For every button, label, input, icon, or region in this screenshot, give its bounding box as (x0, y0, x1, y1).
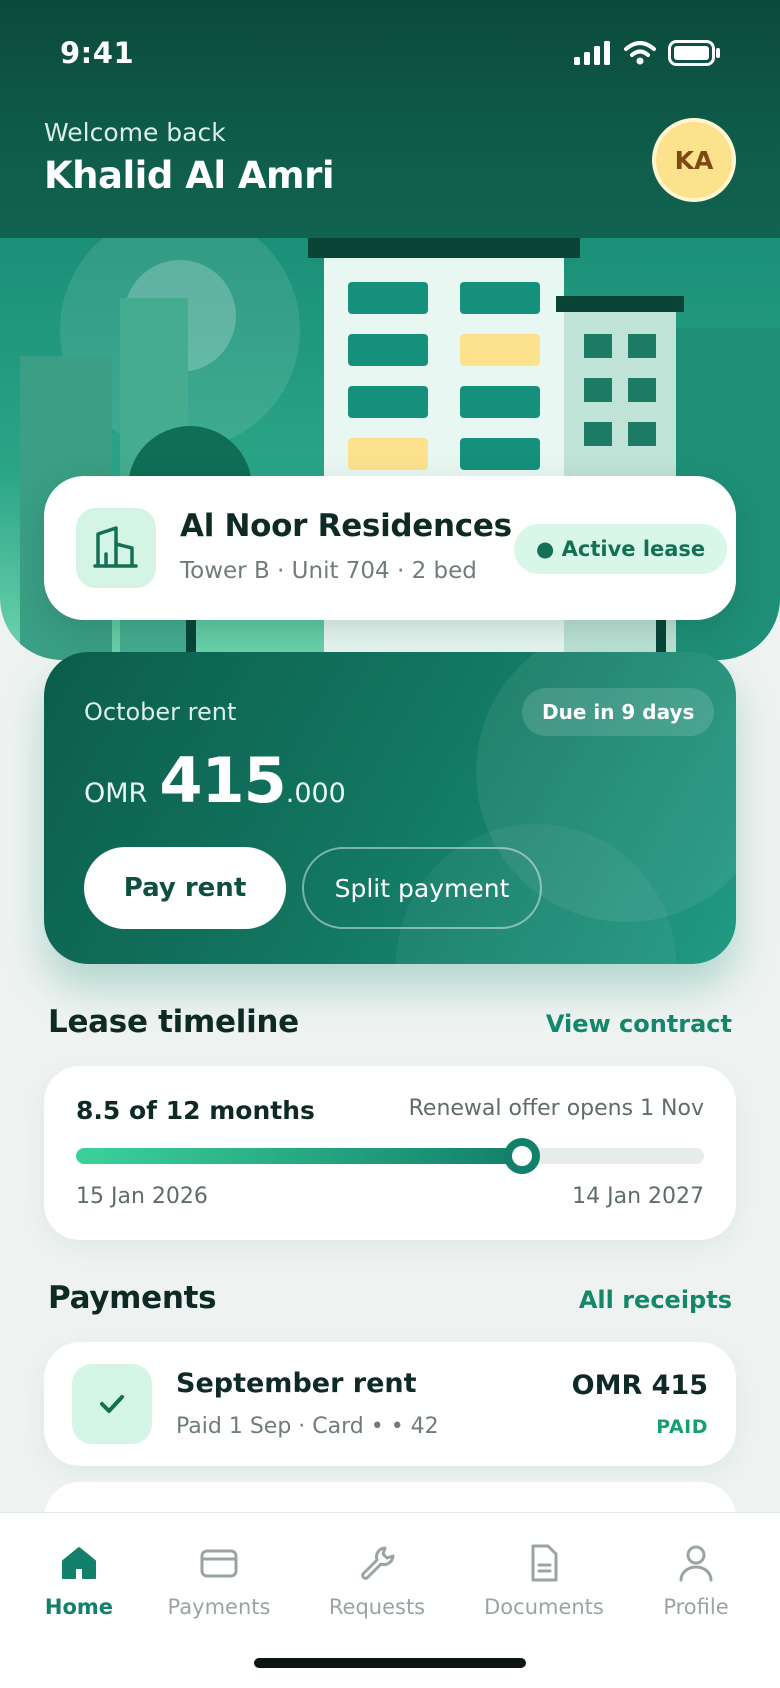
status-bar-icons (574, 40, 722, 66)
property-card[interactable]: Al Noor Residences Tower B · Unit 704 · … (44, 476, 736, 620)
renewal-note: Renewal offer opens 1 Nov (408, 1096, 704, 1121)
cellular-signal-icon (574, 41, 610, 65)
app-screen: 9:41 Welcome back Khalid Al Amri KA Al N… (0, 0, 780, 1688)
wrench-icon (361, 1546, 395, 1580)
lease-status-badge: ● Active lease (514, 524, 728, 574)
list-item[interactable]: September rent Paid 1 Sep · Card • • 42 … (44, 1342, 736, 1466)
welcome-text: Welcome back (44, 118, 226, 147)
home-indicator (254, 1658, 526, 1668)
tab-requests[interactable]: Requests (307, 1543, 447, 1619)
payment-status-badge: PAID (656, 1416, 708, 1438)
building-icon (76, 508, 156, 588)
battery-icon (668, 40, 720, 66)
home-icon (62, 1547, 96, 1579)
card-icon (200, 1549, 238, 1578)
payments-title: Payments (48, 1280, 217, 1316)
tab-payments[interactable]: Payments (149, 1543, 289, 1619)
due-date-badge: Due in 9 days (522, 688, 715, 736)
lease-timeline-card: 8.5 of 12 months Renewal offer opens 1 N… (44, 1066, 736, 1240)
payment-subtitle: Paid 1 Sep · Card • • 42 (176, 1414, 439, 1439)
lease-progress-fill (76, 1148, 522, 1164)
all-receipts-link[interactable]: All receipts (579, 1286, 732, 1314)
lease-progress-text: 8.5 of 12 months (76, 1096, 315, 1125)
property-name: Al Noor Residences (180, 508, 512, 544)
wifi-icon (624, 41, 656, 65)
tab-label: Profile (663, 1595, 729, 1619)
tab-home[interactable]: Home (9, 1543, 149, 1619)
lease-timeline-title: Lease timeline (48, 1004, 299, 1040)
rent-period-label: October rent (84, 698, 237, 726)
split-payment-button[interactable]: Split payment (302, 847, 542, 929)
tab-label: Requests (328, 1595, 426, 1619)
amount-decimals: .000 (285, 778, 346, 809)
amount-main: 415 (159, 744, 286, 817)
avatar[interactable]: KA (652, 118, 736, 202)
tab-label: Payments (167, 1595, 271, 1619)
tab-documents[interactable]: Documents (474, 1543, 614, 1619)
payment-amount: OMR 415 (571, 1370, 708, 1401)
lease-progress-track (76, 1138, 704, 1174)
person-icon (679, 1545, 713, 1582)
tab-profile[interactable]: Profile (626, 1543, 766, 1619)
tab-label: Documents (484, 1595, 604, 1619)
check-icon (72, 1364, 152, 1444)
payment-title: September rent (176, 1368, 417, 1399)
pay-rent-button[interactable]: Pay rent (84, 847, 286, 929)
lease-progress-marker (503, 1138, 540, 1174)
rent-amount: OMR 415 .000 (84, 744, 346, 817)
rent-due-card: October rent Due in 9 days OMR 415 .000 … (44, 652, 736, 964)
currency-label: OMR (84, 778, 148, 809)
tab-label: Home (44, 1595, 114, 1619)
lease-end-date: 14 Jan 2027 (572, 1184, 704, 1209)
document-icon (531, 1544, 558, 1582)
user-name: Khalid Al Amri (44, 154, 335, 197)
property-details: Tower B · Unit 704 · 2 bed (180, 558, 477, 584)
view-contract-link[interactable]: View contract (546, 1010, 732, 1038)
lease-start-date: 15 Jan 2026 (76, 1184, 208, 1209)
status-bar-time: 9:41 (60, 36, 135, 70)
